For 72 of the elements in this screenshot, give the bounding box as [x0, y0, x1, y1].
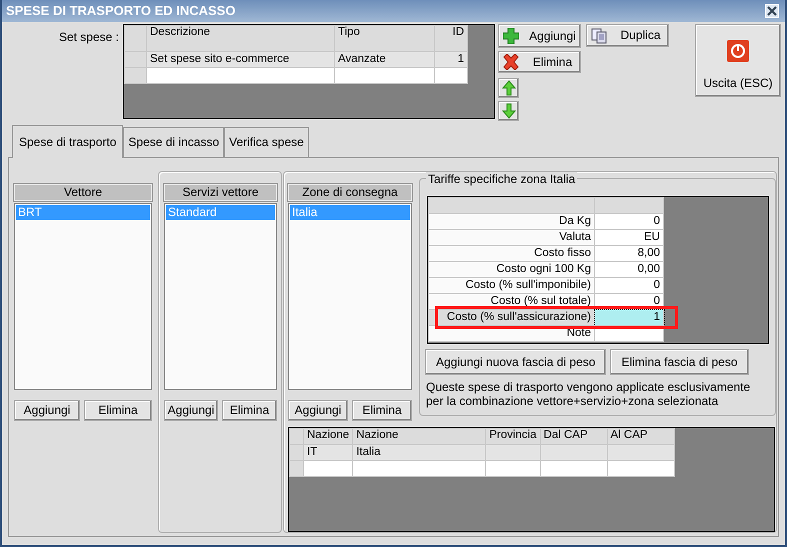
column-header: Provincia [486, 428, 540, 444]
group-title: Tariffe specifiche zona Italia [426, 172, 578, 186]
add-button[interactable]: Aggiungi [14, 400, 80, 421]
column-header [594, 198, 664, 214]
add-button[interactable]: Aggiungi [288, 400, 348, 421]
duplicate-button[interactable]: Duplica [586, 24, 669, 47]
table-cell [540, 444, 608, 460]
row-header [124, 68, 146, 84]
column-header: Descrizione [146, 26, 334, 52]
table-cell[interactable] [334, 68, 434, 84]
delete-button[interactable]: Elimina [352, 400, 412, 421]
move-up-button[interactable] [498, 78, 519, 98]
move-down-button[interactable] [498, 101, 519, 121]
field-label: Set spese : [58, 29, 120, 46]
list-header: Servizi vettore [164, 184, 277, 201]
table-cell[interactable]: 8,00 [594, 246, 664, 262]
column-header: ID [434, 26, 468, 52]
down-arrow-icon [502, 103, 516, 119]
delete-button[interactable]: Elimina [222, 400, 277, 421]
table-cell[interactable]: 0,00 [594, 262, 664, 278]
cross-icon [503, 54, 519, 70]
delete-weight-band-button[interactable]: Elimina fascia di peso [610, 349, 749, 375]
column-header: Nazione [304, 428, 353, 444]
table-cell: Avanzate [334, 52, 434, 68]
table-cell[interactable]: 1 [594, 310, 664, 326]
table-cell: Italia [352, 444, 486, 460]
exit-button[interactable]: Uscita (ESC) [695, 24, 781, 97]
list-header: Vettore [14, 184, 152, 201]
row-label: Valuta [428, 230, 594, 246]
documents-icon [591, 28, 607, 44]
table-cell[interactable] [486, 460, 540, 476]
tab[interactable]: Spese di trasporto [12, 125, 124, 158]
row-header [290, 444, 304, 460]
list-header: Zone di consegna [288, 184, 412, 201]
close-button[interactable] [765, 4, 779, 18]
table-cell[interactable] [146, 68, 334, 84]
info-text: Queste spese di trasporto vengono applicate esclusivamente per la combinazione vettore+servizio+zona selezionata [426, 380, 752, 408]
table-cell: Set spese sito e-commerce [146, 52, 334, 68]
row-label: Da Kg [428, 214, 594, 230]
row-label: Costo ogni 100 Kg [428, 262, 594, 278]
add-button[interactable]: Aggiungi [164, 400, 218, 421]
column-header: Tipo [334, 26, 434, 52]
column-header: Al CAP [607, 428, 674, 444]
table-cell[interactable]: 0 [594, 214, 664, 230]
add-button[interactable]: Aggiungi [498, 24, 581, 48]
table-cell: 1 [434, 52, 468, 68]
table-cell [486, 444, 540, 460]
delete-button[interactable]: Elimina [84, 400, 152, 421]
table-cell[interactable] [352, 460, 486, 476]
row-header [290, 428, 304, 444]
row-label: Costo (% sull'imponibile) [428, 278, 594, 294]
table-cell[interactable] [434, 68, 468, 84]
tab[interactable]: Verifica spese [224, 127, 309, 157]
power-icon [727, 40, 749, 62]
table-cell [607, 444, 674, 460]
delete-button[interactable]: Elimina [498, 51, 581, 73]
table-cell: IT [304, 444, 353, 460]
plus-icon [503, 28, 519, 44]
table-cell[interactable] [607, 460, 674, 476]
row-header [290, 460, 304, 476]
column-header: Dal CAP [540, 428, 608, 444]
window-title: SPESE DI TRASPORTO ED INCASSO [6, 3, 236, 19]
tab[interactable]: Spese di incasso [123, 127, 224, 157]
table-cell[interactable]: EU [594, 230, 664, 246]
add-weight-band-button[interactable]: Aggiungi nuova fascia di peso [425, 349, 606, 375]
column-header: Nazione [352, 428, 486, 444]
up-arrow-icon [502, 80, 516, 96]
table-cell[interactable] [304, 460, 353, 476]
table-cell[interactable]: 0 [594, 278, 664, 294]
close-icon [767, 6, 777, 16]
row-label: Costo fisso [428, 246, 594, 262]
table-cell[interactable] [540, 460, 608, 476]
